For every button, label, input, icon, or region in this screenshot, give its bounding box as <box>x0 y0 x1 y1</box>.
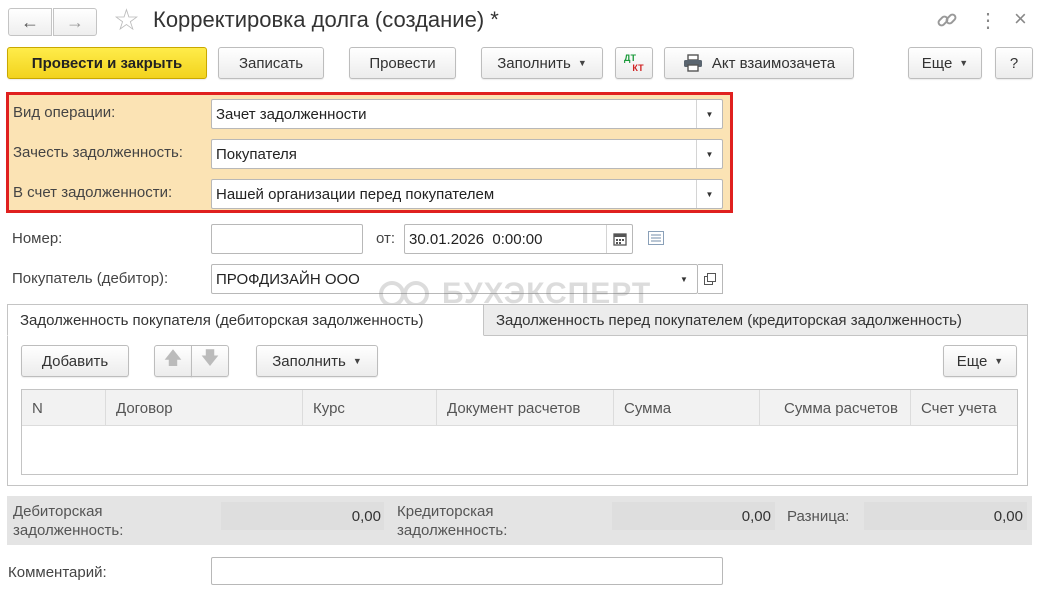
debit-total-label: Дебиторская задолженность: <box>13 503 124 539</box>
column-header-rate[interactable]: Курс <box>303 390 437 426</box>
save-label: Записать <box>238 54 304 72</box>
diff-value: 0,00 <box>993 508 1023 525</box>
comment-input[interactable] <box>211 557 723 585</box>
tab-credit-label: Задолженность перед покупателем (кредито… <box>496 311 962 329</box>
chevron-down-icon[interactable]: ▼ <box>696 180 722 208</box>
diff-label: Разница: <box>787 508 850 525</box>
chevron-down-icon: ▼ <box>994 356 1004 366</box>
open-icon[interactable] <box>698 264 723 294</box>
chevron-down-icon[interactable]: ▼ <box>696 100 722 128</box>
operation-label: Вид операции: <box>13 104 116 121</box>
table-more-button[interactable]: Еще ▼ <box>943 345 1017 377</box>
offset-select[interactable]: Покупателя ▼ <box>211 139 723 169</box>
account-label: В счет задолженности: <box>13 184 173 201</box>
column-header-settlement-amount[interactable]: Сумма расчетов <box>760 390 911 426</box>
dt-kt-button[interactable]: ДТ КТ <box>615 47 653 79</box>
forward-button[interactable]: → <box>53 8 97 36</box>
arrow-left-icon: ← <box>21 11 39 32</box>
move-down-button[interactable]: 🡇 <box>191 345 229 377</box>
credit-total-label: Кредиторская задолженность: <box>397 503 508 539</box>
calendar-icon[interactable] <box>606 225 632 253</box>
more-label: Еще <box>921 54 953 72</box>
post-label: Провести <box>369 54 436 72</box>
column-header-account[interactable]: Счет учета <box>911 390 1017 426</box>
back-button[interactable]: ← <box>8 8 52 36</box>
number-label: Номер: <box>12 230 63 247</box>
column-header-document[interactable]: Документ расчетов <box>437 390 614 426</box>
column-header-contract[interactable]: Договор <box>106 390 303 426</box>
column-header-n[interactable]: N <box>22 390 106 426</box>
debit-total-value: 0,00 <box>351 508 381 525</box>
star-icon[interactable]: ☆ <box>113 4 140 38</box>
help-label: ? <box>1009 54 1019 72</box>
close-icon[interactable]: × <box>1014 6 1027 32</box>
link-icon[interactable] <box>936 9 958 31</box>
offset-value: Покупателя <box>216 145 297 163</box>
more-button[interactable]: Еще ▼ <box>908 47 982 79</box>
arrow-right-icon: → <box>66 11 84 32</box>
tab-credit[interactable]: Задолженность перед покупателем (кредито… <box>483 304 1028 336</box>
buyer-value: ПРОФДИЗАЙН ООО <box>216 270 360 288</box>
window-title: Корректировка долга (создание) * <box>153 7 499 32</box>
tab-debit-label: Задолженность покупателя (дебиторская за… <box>20 311 424 329</box>
chevron-down-icon: ▼ <box>577 58 587 68</box>
buyer-label: Покупатель (дебитор): <box>12 270 169 287</box>
credit-total-value: 0,00 <box>741 508 771 525</box>
operation-value: Зачет задолженности <box>216 105 367 123</box>
offset-label: Зачесть задолженность: <box>13 144 183 161</box>
fill-button[interactable]: Заполнить ▼ <box>481 47 603 79</box>
date-label: от: <box>376 230 396 247</box>
tab-debit[interactable]: Задолженность покупателя (дебиторская за… <box>7 304 484 336</box>
table-more-label: Еще <box>956 352 988 370</box>
add-button[interactable]: Добавить <box>21 345 129 377</box>
printer-icon <box>683 54 703 72</box>
chevron-down-icon: ▼ <box>352 356 362 366</box>
chevron-down-icon[interactable]: ▼ <box>671 265 697 293</box>
table-fill-button[interactable]: Заполнить ▼ <box>256 345 378 377</box>
act-label: Акт взаимозачета <box>711 54 836 72</box>
table-fill-label: Заполнить <box>272 352 346 370</box>
number-input[interactable] <box>211 224 363 254</box>
operation-select[interactable]: Зачет задолженности ▼ <box>211 99 723 129</box>
post-and-close-button[interactable]: Провести и закрыть <box>7 47 207 79</box>
column-header-amount[interactable]: Сумма <box>614 390 760 426</box>
dt-kt-icon: ДТ КТ <box>624 53 644 73</box>
comment-label: Комментарий: <box>8 564 107 581</box>
chevron-down-icon: ▼ <box>959 58 969 68</box>
move-up-button[interactable]: 🡅 <box>154 345 192 377</box>
act-button[interactable]: Акт взаимозачета <box>664 47 854 79</box>
add-label: Добавить <box>41 352 109 370</box>
operation-block: Вид операции: Зачет задолженности ▼ Заче… <box>6 92 733 213</box>
account-select[interactable]: Нашей организации перед покупателем ▼ <box>211 179 723 209</box>
help-button[interactable]: ? <box>995 47 1033 79</box>
arrow-down-icon: 🡇 <box>200 348 220 368</box>
post-and-close-label: Провести и закрыть <box>31 54 183 72</box>
save-button[interactable]: Записать <box>218 47 324 79</box>
fill-label: Заполнить <box>497 54 571 72</box>
date-input[interactable]: 30.01.2026 0:00:00 <box>404 224 633 254</box>
vertical-dots-icon[interactable]: ⋮ <box>978 8 998 33</box>
account-value: Нашей организации перед покупателем <box>216 185 495 203</box>
post-button[interactable]: Провести <box>349 47 456 79</box>
document-list-icon[interactable] <box>648 231 664 249</box>
date-value: 30.01.2026 0:00:00 <box>409 230 543 248</box>
table-header: N Договор Курс Документ расчетов Сумма С… <box>22 390 1017 426</box>
table[interactable]: N Договор Курс Документ расчетов Сумма С… <box>21 389 1018 475</box>
arrow-up-icon: 🡅 <box>163 348 183 368</box>
chevron-down-icon[interactable]: ▼ <box>696 140 722 168</box>
